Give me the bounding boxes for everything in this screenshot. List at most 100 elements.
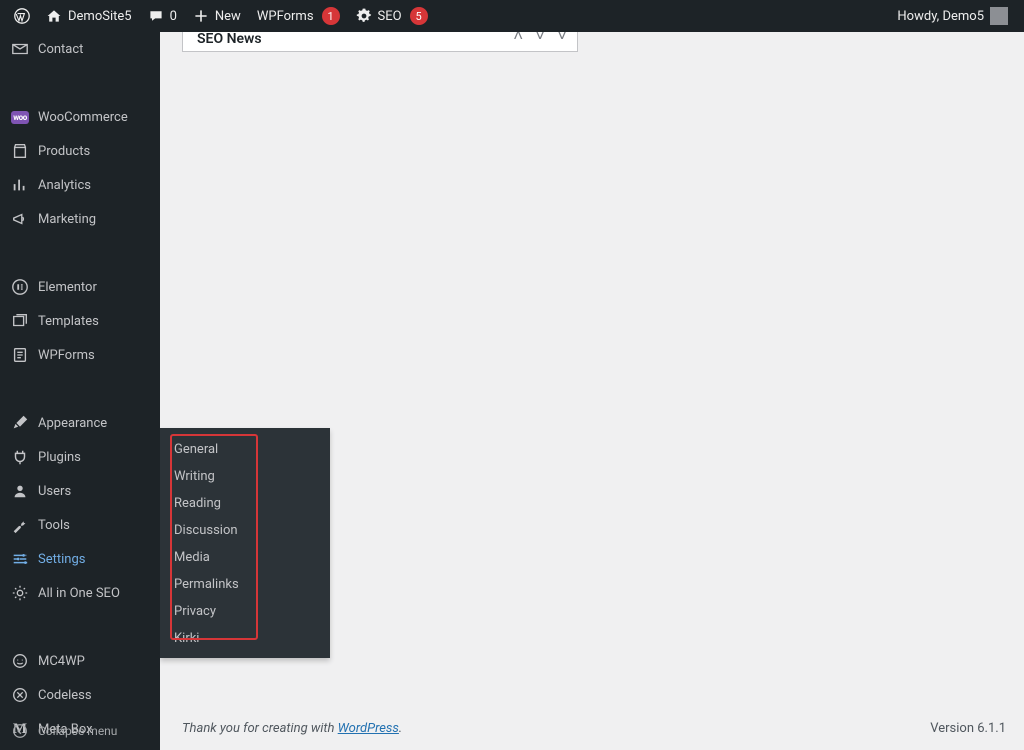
sidebar-item-settings[interactable]: Settings — [0, 542, 160, 576]
wrench-icon — [10, 516, 30, 534]
seo-news-metabox: SEO News ˄ ˅ ˅ — [182, 32, 578, 52]
wordpress-icon — [14, 8, 30, 24]
submenu-label: Writing — [174, 469, 215, 484]
seo-badge: 5 — [410, 7, 428, 25]
submenu-item-discussion[interactable]: Discussion — [160, 517, 330, 544]
sidebar-item-aioseo[interactable]: All in One SEO — [0, 576, 160, 610]
sidebar-item-label: Settings — [38, 552, 85, 567]
submenu-item-privacy[interactable]: Privacy — [160, 598, 330, 625]
wpforms-label: WPForms — [257, 9, 314, 24]
collapse-icon — [10, 722, 30, 740]
sidebar-item-elementor[interactable]: Elementor — [0, 270, 160, 304]
submenu-label: Permalinks — [174, 577, 239, 592]
seo-link[interactable]: SEO 5 — [348, 0, 436, 32]
avatar — [990, 7, 1008, 25]
metabox-title: SEO News — [197, 32, 262, 47]
settings-submenu: General Writing Reading Discussion Media… — [160, 428, 330, 658]
sidebar-item-label: All in One SEO — [38, 586, 120, 601]
collapse-label: Collapse menu — [38, 724, 117, 738]
submenu-label: Kirki — [174, 631, 199, 646]
howdy-label: Howdy, Demo5 — [897, 9, 984, 24]
megaphone-icon — [10, 210, 30, 228]
gear-icon — [10, 584, 30, 602]
submenu-item-reading[interactable]: Reading — [160, 490, 330, 517]
woocommerce-icon: woo — [10, 111, 30, 124]
sidebar-item-label: Contact — [38, 42, 83, 57]
footer-thankyou-pre: Thank you for creating with — [182, 721, 338, 736]
footer-thankyou: Thank you for creating with WordPress. — [182, 721, 402, 736]
sidebar-item-label: Codeless — [38, 688, 92, 703]
user-icon — [10, 482, 30, 500]
footer-version: Version 6.1.1 — [930, 721, 1006, 736]
chart-icon — [10, 176, 30, 194]
submenu-label: Privacy — [174, 604, 216, 619]
sidebar-item-label: Appearance — [38, 416, 107, 431]
elementor-icon — [10, 278, 30, 296]
wp-logo[interactable] — [6, 0, 38, 32]
sidebar-item-label: Elementor — [38, 280, 97, 295]
sidebar-separator — [0, 610, 160, 644]
products-icon — [10, 142, 30, 160]
new-content-link[interactable]: New — [185, 0, 249, 32]
sidebar-item-label: Analytics — [38, 178, 91, 193]
submenu-item-writing[interactable]: Writing — [160, 463, 330, 490]
sidebar-item-plugins[interactable]: Plugins — [0, 440, 160, 474]
sidebar-item-mc4wp[interactable]: MC4WP — [0, 644, 160, 678]
footer-thankyou-post: . — [399, 721, 402, 736]
my-account-link[interactable]: Howdy, Demo5 — [889, 0, 1016, 32]
sidebar-item-label: Users — [38, 484, 71, 499]
comments-count: 0 — [170, 9, 177, 24]
admin-toolbar: DemoSite5 0 New WPForms 1 SEO 5 Howdy — [0, 0, 1024, 32]
submenu-label: General — [174, 442, 218, 457]
comments-link[interactable]: 0 — [140, 0, 185, 32]
codeless-icon — [10, 686, 30, 704]
submenu-item-permalinks[interactable]: Permalinks — [160, 571, 330, 598]
sidebar-item-wpforms[interactable]: WPForms — [0, 338, 160, 372]
sidebar-item-contact[interactable]: Contact — [0, 32, 160, 66]
sidebar-item-label: WPForms — [38, 348, 95, 363]
sidebar-item-products[interactable]: Products — [0, 134, 160, 168]
home-icon — [46, 8, 62, 24]
sidebar-item-label: WooCommerce — [38, 110, 128, 125]
sidebar-item-woocommerce[interactable]: woo WooCommerce — [0, 100, 160, 134]
admin-sidebar: Contact woo WooCommerce Products Analyti… — [0, 32, 160, 750]
sidebar-item-marketing[interactable]: Marketing — [0, 202, 160, 236]
submenu-label: Reading — [174, 496, 221, 511]
sidebar-item-analytics[interactable]: Analytics — [0, 168, 160, 202]
sidebar-item-codeless[interactable]: Codeless — [0, 678, 160, 712]
submenu-label: Discussion — [174, 523, 238, 538]
sidebar-separator — [0, 236, 160, 270]
plus-icon — [193, 8, 209, 24]
sidebar-item-label: Templates — [38, 314, 99, 329]
new-label: New — [215, 9, 241, 24]
metabox-down-icon[interactable]: ˅ — [535, 32, 545, 46]
sidebar-item-label: Tools — [38, 518, 70, 533]
submenu-label: Media — [174, 550, 210, 565]
sidebar-item-label: Marketing — [38, 212, 96, 227]
seo-label: SEO — [378, 9, 402, 24]
gear-icon — [356, 8, 372, 24]
collapse-menu-button[interactable]: Collapse menu — [0, 712, 160, 750]
brush-icon — [10, 414, 30, 432]
metabox-toggle-icon[interactable]: ˅ — [557, 32, 567, 46]
sidebar-item-appearance[interactable]: Appearance — [0, 406, 160, 440]
submenu-item-general[interactable]: General — [160, 436, 330, 463]
form-icon — [10, 346, 30, 364]
metabox-up-icon[interactable]: ˄ — [513, 32, 523, 46]
sidebar-item-tools[interactable]: Tools — [0, 508, 160, 542]
templates-icon — [10, 312, 30, 330]
wpforms-badge: 1 — [322, 7, 340, 25]
sidebar-item-label: Plugins — [38, 450, 81, 465]
footer-wordpress-link[interactable]: WordPress — [338, 721, 399, 736]
sidebar-item-label: MC4WP — [38, 654, 85, 669]
mailchimp-icon — [10, 652, 30, 670]
submenu-item-media[interactable]: Media — [160, 544, 330, 571]
wpforms-link[interactable]: WPForms 1 — [249, 0, 348, 32]
submenu-item-kirki[interactable]: Kirki — [160, 625, 330, 652]
plug-icon — [10, 448, 30, 466]
sidebar-item-label: Products — [38, 144, 90, 159]
mail-icon — [10, 40, 30, 58]
site-name-link[interactable]: DemoSite5 — [38, 0, 140, 32]
sidebar-item-templates[interactable]: Templates — [0, 304, 160, 338]
sidebar-item-users[interactable]: Users — [0, 474, 160, 508]
